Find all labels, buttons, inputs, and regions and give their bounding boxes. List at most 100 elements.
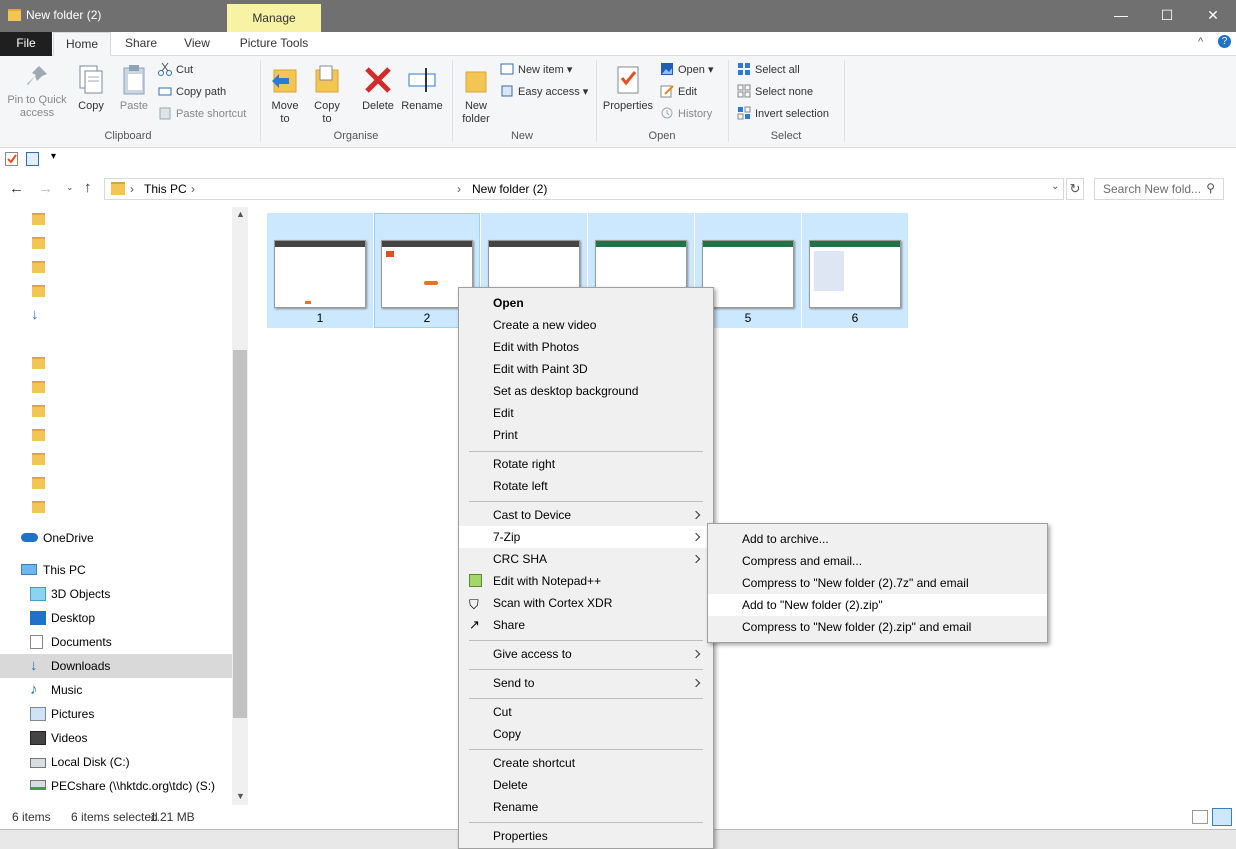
- menu-item-edit-paint3d[interactable]: Edit with Paint 3D: [459, 358, 713, 380]
- new-folder-qat-icon[interactable]: [26, 152, 39, 166]
- forward-icon[interactable]: →: [38, 180, 53, 197]
- menu-item-rename[interactable]: Rename: [459, 796, 713, 818]
- details-view-icon[interactable]: [1192, 810, 1208, 824]
- menu-item-set-background[interactable]: Set as desktop background: [459, 380, 713, 402]
- quick-access-folder-icon[interactable]: [32, 213, 45, 225]
- tab-picture-tools[interactable]: Picture Tools: [230, 32, 318, 56]
- tab-view[interactable]: View: [171, 32, 223, 56]
- menu-item-crc-sha[interactable]: CRC SHA: [459, 548, 713, 570]
- properties-qat-icon[interactable]: [5, 152, 18, 166]
- nav-pecshare[interactable]: PECshare (\\hktdc.org\tdc) (S:): [0, 774, 232, 798]
- menu-item-delete[interactable]: Delete: [459, 774, 713, 796]
- refresh-icon[interactable]: ↻: [1066, 178, 1084, 200]
- downloads-arrow-icon[interactable]: ↓: [31, 306, 39, 323]
- menu-item-copy[interactable]: Copy: [459, 723, 713, 745]
- collapse-ribbon-icon[interactable]: ^: [1198, 36, 1203, 48]
- breadcrumb-this-pc[interactable]: This PC: [144, 182, 187, 196]
- nav-onedrive[interactable]: OneDrive: [0, 526, 232, 550]
- nav-3d-objects[interactable]: 3D Objects: [0, 582, 232, 606]
- customize-qat-icon[interactable]: ▾: [51, 151, 56, 162]
- copy-button[interactable]: Copy: [74, 64, 108, 113]
- manage-context-tab[interactable]: Manage: [227, 4, 321, 32]
- menu-item-open[interactable]: Open: [459, 292, 713, 314]
- rename-button[interactable]: Rename: [400, 64, 444, 113]
- submenu-item-add-archive[interactable]: Add to archive...: [708, 528, 1047, 550]
- tab-file[interactable]: File: [0, 32, 52, 56]
- copy-path-button[interactable]: Copy path: [158, 82, 226, 102]
- paste-button[interactable]: Paste: [116, 64, 152, 113]
- properties-button[interactable]: Properties: [600, 64, 656, 113]
- nav-music[interactable]: ♪ Music: [0, 678, 232, 702]
- submenu-item-compress-zip-email[interactable]: Compress to "New folder (2).zip" and ema…: [708, 616, 1047, 638]
- select-all-button[interactable]: Select all: [737, 60, 800, 80]
- scrollbar-thumb[interactable]: [233, 350, 247, 718]
- close-button[interactable]: ✕: [1190, 0, 1236, 32]
- submenu-item-compress-7z-email[interactable]: Compress to "New folder (2).7z" and emai…: [708, 572, 1047, 594]
- menu-item-rotate-right[interactable]: Rotate right: [459, 453, 713, 475]
- menu-item-create-shortcut[interactable]: Create shortcut: [459, 752, 713, 774]
- file-thumbnail[interactable]: 6: [802, 213, 908, 328]
- nav-pictures[interactable]: Pictures: [0, 702, 232, 726]
- menu-item-share[interactable]: ↗ Share: [459, 614, 713, 636]
- search-input[interactable]: Search New fold... ⚲: [1094, 178, 1224, 200]
- history-button[interactable]: History: [660, 104, 712, 124]
- tab-home[interactable]: Home: [53, 32, 111, 56]
- scroll-up-icon[interactable]: ▲: [236, 209, 245, 219]
- easy-access-button[interactable]: Easy access ▾: [500, 82, 588, 102]
- menu-item-cut[interactable]: Cut: [459, 701, 713, 723]
- quick-access-folder-icon[interactable]: [32, 381, 45, 393]
- paste-shortcut-button[interactable]: Paste shortcut: [158, 104, 246, 124]
- move-to-button[interactable]: Move to: [268, 64, 302, 126]
- tab-share[interactable]: Share: [115, 32, 167, 56]
- menu-item-rotate-left[interactable]: Rotate left: [459, 475, 713, 497]
- menu-item-edit[interactable]: Edit: [459, 402, 713, 424]
- new-folder-button[interactable]: New folder: [456, 64, 496, 126]
- recent-locations-icon[interactable]: ⌄: [66, 182, 74, 193]
- nav-videos[interactable]: Videos: [0, 726, 232, 750]
- nav-desktop[interactable]: Desktop: [0, 606, 232, 630]
- minimize-button[interactable]: —: [1098, 0, 1144, 32]
- file-thumbnail[interactable]: 1: [267, 213, 373, 328]
- address-dropdown-icon[interactable]: ⌄: [1051, 181, 1059, 192]
- nav-downloads[interactable]: ↓ Downloads: [0, 654, 232, 678]
- up-icon[interactable]: ↑: [84, 179, 92, 196]
- menu-item-create-video[interactable]: Create a new video: [459, 314, 713, 336]
- menu-item-7zip[interactable]: 7-Zip: [459, 526, 713, 548]
- menu-item-print[interactable]: Print: [459, 424, 713, 446]
- submenu-item-add-zip[interactable]: Add to "New folder (2).zip": [708, 594, 1047, 616]
- edit-button[interactable]: Edit: [660, 82, 697, 102]
- nav-local-disk[interactable]: Local Disk (C:): [0, 750, 232, 774]
- scroll-down-icon[interactable]: ▼: [236, 791, 245, 801]
- delete-button[interactable]: Delete: [360, 64, 396, 113]
- open-button[interactable]: Open ▾: [660, 60, 714, 80]
- cut-button[interactable]: Cut: [158, 60, 193, 80]
- help-icon[interactable]: ?: [1218, 35, 1231, 48]
- quick-access-folder-icon[interactable]: [32, 285, 45, 297]
- quick-access-folder-icon[interactable]: [32, 261, 45, 273]
- quick-access-folder-icon[interactable]: [32, 429, 45, 441]
- nav-scrollbar[interactable]: ▲ ▼: [232, 207, 248, 805]
- breadcrumb-folder[interactable]: New folder (2): [472, 182, 547, 196]
- maximize-button[interactable]: ☐: [1144, 0, 1190, 32]
- quick-access-folder-icon[interactable]: [32, 501, 45, 513]
- quick-access-folder-icon[interactable]: [32, 237, 45, 249]
- new-item-button[interactable]: New item ▾: [500, 60, 572, 80]
- quick-access-folder-icon[interactable]: [32, 357, 45, 369]
- copy-to-button[interactable]: Copy to: [310, 64, 344, 126]
- quick-access-folder-icon[interactable]: [32, 477, 45, 489]
- select-none-button[interactable]: Select none: [737, 82, 813, 102]
- large-icons-view-icon[interactable]: [1212, 808, 1232, 826]
- menu-item-cortex[interactable]: ⛉ Scan with Cortex XDR: [459, 592, 713, 614]
- pin-quick-access-button[interactable]: Pin to Quick access: [4, 64, 70, 120]
- menu-item-notepadpp[interactable]: Edit with Notepad++: [459, 570, 713, 592]
- nav-documents[interactable]: Documents: [0, 630, 232, 654]
- menu-item-edit-photos[interactable]: Edit with Photos: [459, 336, 713, 358]
- menu-item-cast[interactable]: Cast to Device: [459, 504, 713, 526]
- menu-item-give-access[interactable]: Give access to: [459, 643, 713, 665]
- menu-item-send-to[interactable]: Send to: [459, 672, 713, 694]
- quick-access-folder-icon[interactable]: [32, 405, 45, 417]
- quick-access-folder-icon[interactable]: [32, 453, 45, 465]
- submenu-item-compress-email[interactable]: Compress and email...: [708, 550, 1047, 572]
- menu-item-properties[interactable]: Properties: [459, 825, 713, 847]
- back-icon[interactable]: ←: [9, 180, 24, 197]
